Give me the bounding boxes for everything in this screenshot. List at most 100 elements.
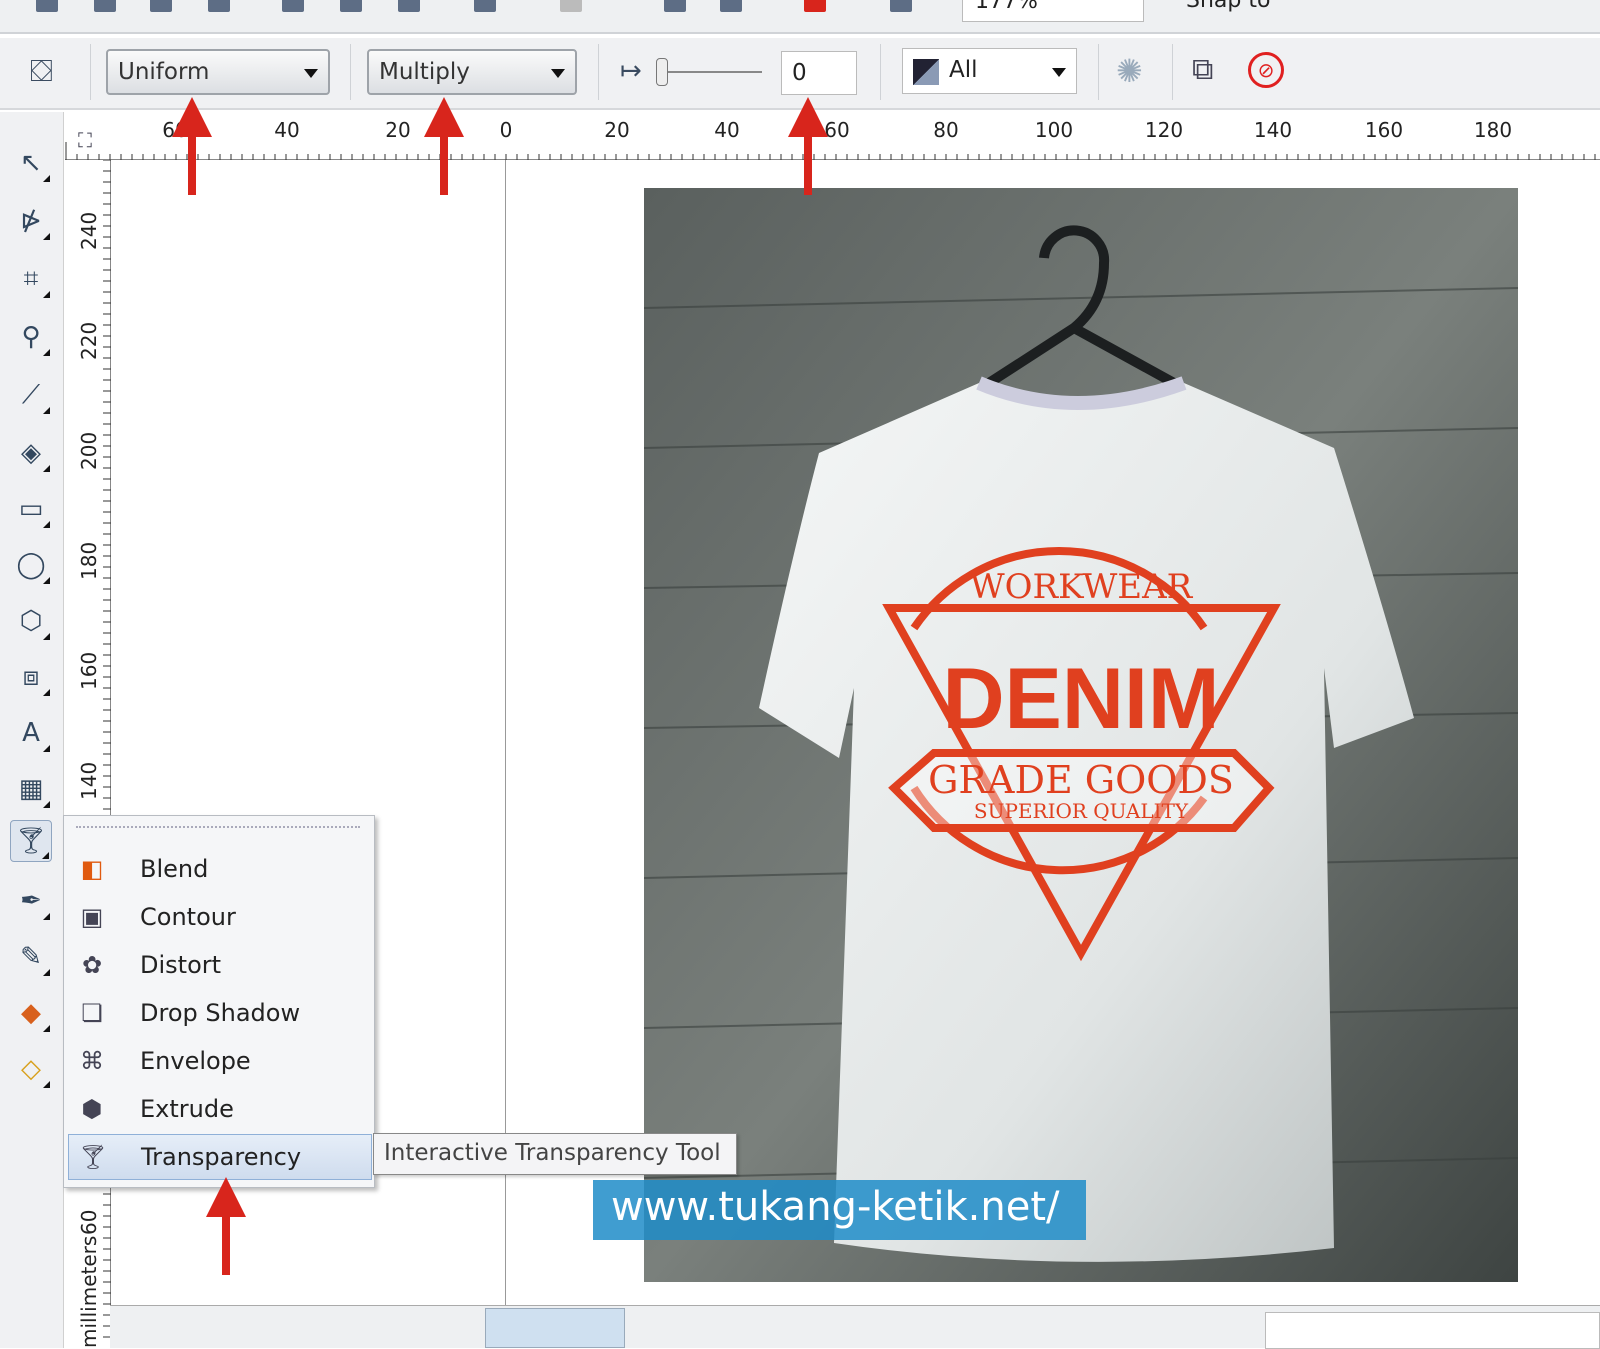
ruler-label: 160	[77, 651, 101, 690]
print-icon[interactable]	[208, 0, 230, 12]
blend-icon: ◧	[80, 855, 104, 883]
design-text: WORKWEAR	[970, 567, 1194, 607]
transparency-target-dropdown[interactable]: All	[902, 48, 1077, 94]
annotation-arrow	[206, 1177, 246, 1275]
clear-transparency-icon[interactable]: ⊘	[1248, 52, 1284, 88]
table-tool-icon[interactable]: ▦	[10, 768, 52, 810]
menu-item-label: Drop Shadow	[140, 999, 301, 1027]
redo-icon[interactable]	[560, 0, 582, 12]
toolbox: ↖ ⋫ ⌗ ⚲ ⟋ ◈ ▭ ◯ ⬡ ⧈ A ▦ 🍸︎ ✒ ✎ ◆ ◇	[0, 112, 64, 1348]
zoom-tool-icon[interactable]: ⚲	[10, 316, 52, 358]
copy-icon[interactable]	[340, 0, 362, 12]
transparency-slider[interactable]	[664, 71, 762, 73]
page-tab[interactable]	[485, 1308, 625, 1348]
snap-to-dropdown[interactable]: Snap to	[1186, 0, 1270, 13]
ruler-ticks	[65, 142, 1596, 160]
menu-item-transparency[interactable]: 🍸︎ Transparency	[68, 1134, 372, 1180]
ruler-label: 60	[77, 1209, 101, 1235]
ellipse-tool-icon[interactable]: ◯	[10, 544, 52, 586]
ruler-label: 0	[499, 118, 513, 142]
copy-transparency-icon[interactable]: ⧉	[1192, 52, 1213, 87]
open-icon[interactable]	[94, 0, 116, 12]
tshirt-photo[interactable]: WORKWEAR DENIM GRADE GOODS SUPERIOR QUAL…	[644, 188, 1518, 1282]
merge-mode-value: Multiply	[379, 59, 470, 85]
edit-transparency-icon[interactable]: ⛋	[30, 54, 53, 89]
annotation-arrow	[424, 97, 464, 195]
freehand-tool-icon[interactable]: ⟋	[10, 374, 52, 416]
slider-handle[interactable]	[656, 58, 668, 86]
horizontal-scrollbar[interactable]	[1265, 1312, 1600, 1349]
eyedropper-tool-icon[interactable]: ✒	[10, 880, 52, 922]
ruler-label: 20	[385, 118, 411, 142]
design-text: DENIM	[942, 651, 1219, 747]
save-icon[interactable]	[150, 0, 172, 12]
ruler-label: 120	[1144, 118, 1184, 142]
divider	[1172, 44, 1173, 100]
flyout-grip[interactable]	[76, 826, 360, 828]
menu-item-blend[interactable]: ◧ Blend	[68, 846, 372, 892]
menu-item-drop-shadow[interactable]: ❏ Drop Shadow	[68, 990, 372, 1036]
standard-toolbar: 177% Snap to	[0, 0, 1600, 34]
divider	[1098, 44, 1099, 100]
rectangle-tool-icon[interactable]: ▭	[10, 488, 52, 530]
ruler-label: 220	[77, 321, 101, 360]
ruler-label: 60	[824, 118, 850, 142]
menu-item-contour[interactable]: ▣ Contour	[68, 894, 372, 940]
ruler-origin-icon[interactable]: ⛶	[78, 128, 92, 152]
transparency-icon: 🍸︎	[77, 1143, 109, 1171]
target-all-icon	[913, 59, 939, 85]
annotation-arrow	[788, 97, 828, 195]
extrude-icon: ⬢	[81, 1095, 103, 1123]
menu-item-label: Blend	[140, 855, 209, 883]
menu-item-label: Extrude	[140, 1095, 234, 1123]
smart-fill-icon[interactable]: ◈	[10, 432, 52, 474]
ruler-label: 100	[1034, 118, 1074, 142]
outline-tool-icon[interactable]: ✎	[10, 936, 52, 978]
paste-icon[interactable]	[398, 0, 420, 12]
new-icon[interactable]	[36, 0, 58, 12]
watermark: www.tukang-ketik.net/	[593, 1180, 1086, 1240]
horizontal-ruler[interactable]: 60 40 20 0 20 40 60 80 100 120 140 160 1…	[65, 112, 1600, 160]
crop-tool-icon[interactable]: ⌗	[10, 258, 52, 300]
chevron-down-icon	[551, 69, 565, 78]
fill-tool-icon[interactable]: ◆	[10, 992, 52, 1034]
transparency-type-dropdown[interactable]: Uniform	[106, 49, 330, 95]
ruler-label: 140	[77, 761, 101, 800]
design-text: SUPERIOR QUALITY	[974, 799, 1189, 823]
ruler-label: 160	[1364, 118, 1404, 142]
ruler-label: 80	[933, 118, 959, 142]
zoom-level-dropdown[interactable]: 177%	[962, 0, 1144, 22]
interactive-fill-icon[interactable]: ◇	[10, 1048, 52, 1090]
shape-tool-icon[interactable]: ⋫	[10, 200, 52, 242]
ruler-label: 240	[77, 211, 101, 250]
welcome-screen-icon[interactable]	[890, 0, 912, 12]
pick-tool-icon[interactable]: ↖	[10, 142, 52, 184]
divider	[880, 44, 881, 100]
menu-item-label: Distort	[140, 951, 222, 979]
freeze-transparency-icon[interactable]: ✺	[1116, 52, 1143, 90]
merge-mode-dropdown[interactable]: Multiply	[367, 49, 577, 95]
polygon-tool-icon[interactable]: ⬡	[10, 600, 52, 642]
import-icon[interactable]	[664, 0, 686, 12]
distort-icon: ✿	[81, 951, 103, 979]
menu-item-label: Contour	[140, 903, 236, 931]
cut-icon[interactable]	[282, 0, 304, 12]
transparency-tool-icon[interactable]: 🍸︎	[10, 820, 52, 862]
transparency-value-input[interactable]: 0	[781, 51, 857, 95]
divider	[90, 44, 91, 100]
menu-item-envelope[interactable]: ⌘ Envelope	[68, 1038, 372, 1084]
page-navigator	[110, 1305, 1600, 1349]
basic-shapes-icon[interactable]: ⧈	[10, 656, 52, 698]
ruler-label: 20	[604, 118, 630, 142]
export-icon[interactable]	[720, 0, 742, 12]
menu-item-label: Transparency	[141, 1143, 302, 1171]
application-launcher-icon[interactable]	[804, 0, 826, 12]
menu-item-distort[interactable]: ✿ Distort	[68, 942, 372, 988]
divider	[598, 44, 599, 100]
ruler-label: 40	[274, 118, 300, 142]
undo-icon[interactable]	[474, 0, 496, 12]
text-tool-icon[interactable]: A	[10, 712, 52, 754]
ruler-label: 40	[714, 118, 740, 142]
menu-item-extrude[interactable]: ⬢ Extrude	[68, 1086, 372, 1132]
ruler-label: 180	[1473, 118, 1513, 142]
